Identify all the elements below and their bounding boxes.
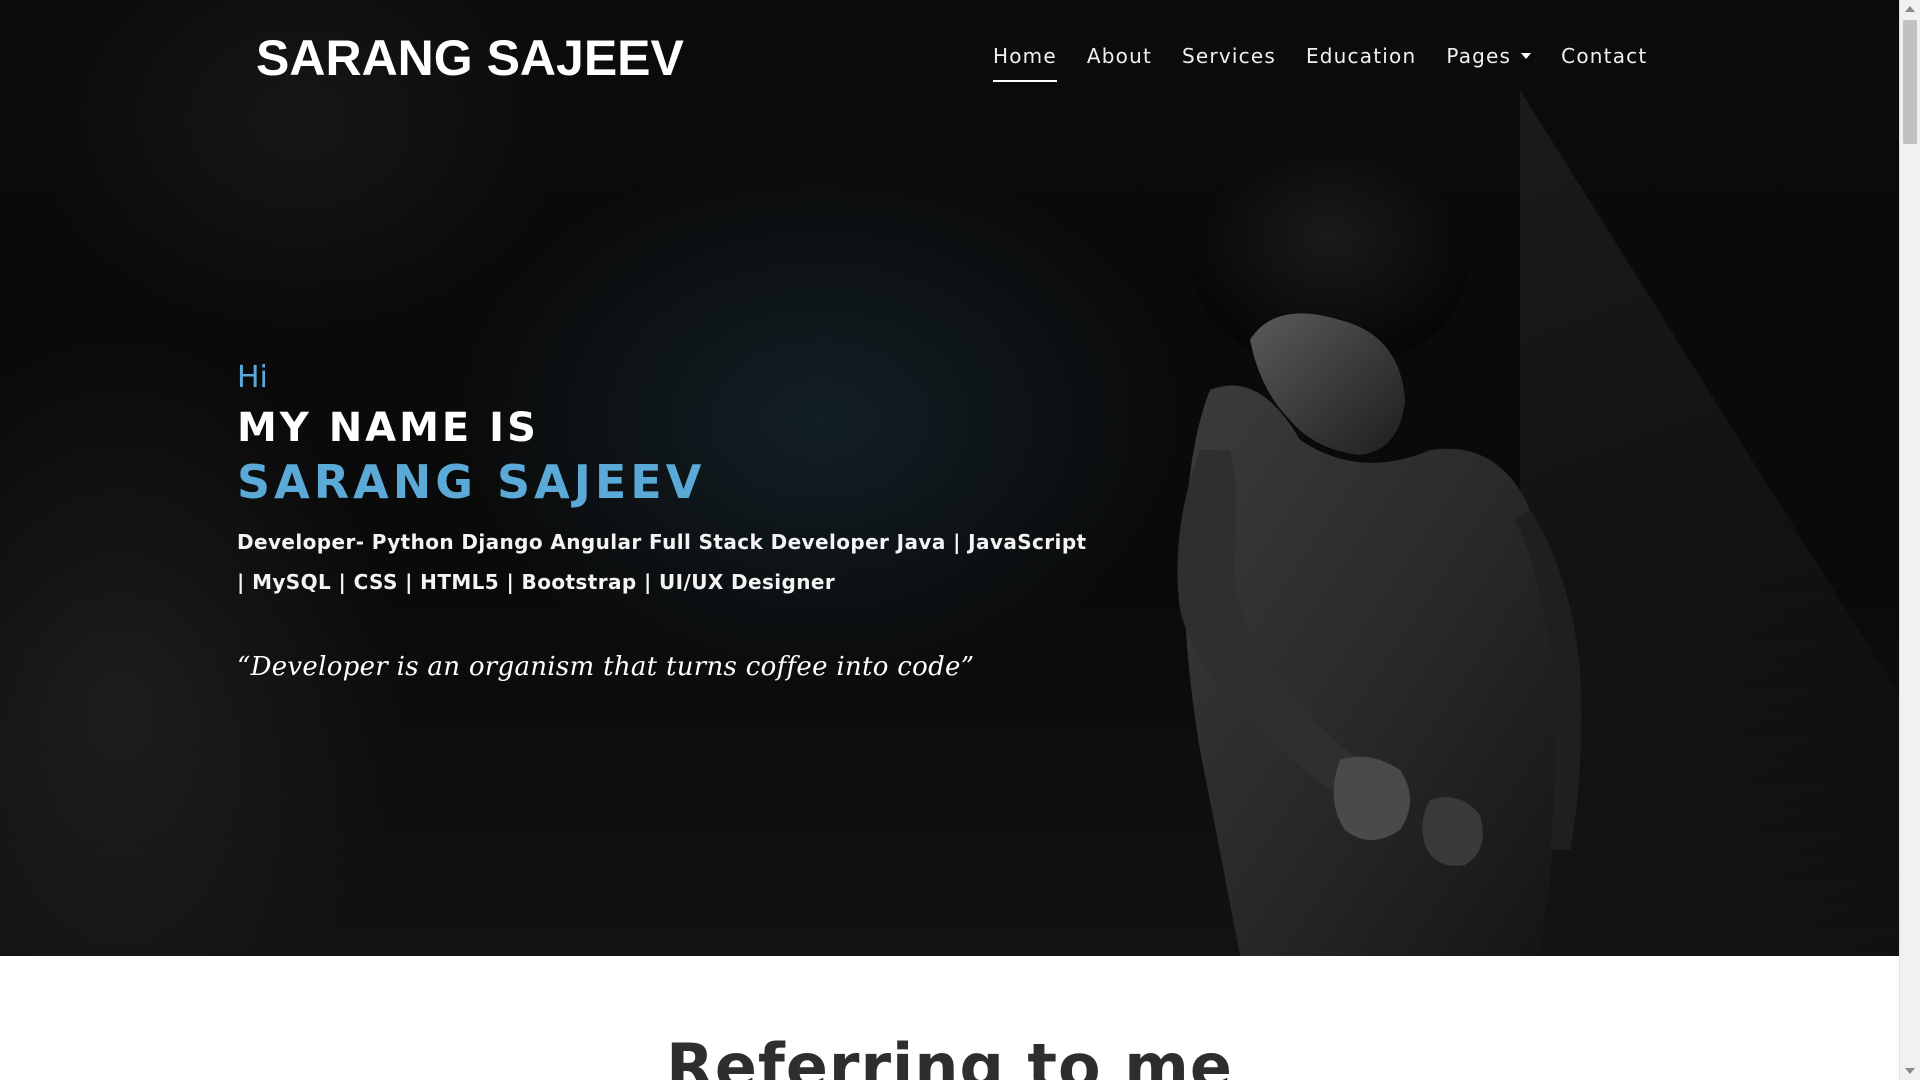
hero-portrait-image — [1177, 150, 1582, 956]
nav-item-label: Home — [993, 44, 1057, 68]
nav-item-label: Pages — [1446, 44, 1512, 68]
main-nav: Home About Services Education Pages Cont… — [993, 44, 1677, 82]
section-heading-referring: Referring to me — [666, 1030, 1233, 1080]
vertical-scrollbar[interactable] — [1899, 0, 1920, 1080]
hero-name: SARANG SAJEEV — [237, 455, 706, 509]
nav-item-services[interactable]: Services — [1182, 44, 1276, 82]
nav-item-about[interactable]: About — [1087, 44, 1152, 82]
nav-item-pages-dropdown[interactable]: Pages — [1446, 44, 1532, 82]
caret-down-icon — [1521, 52, 1532, 59]
nav-item-home[interactable]: Home — [993, 44, 1057, 82]
nav-item-label: About — [1086, 44, 1153, 68]
hero-tagline: Developer- Python Django Angular Full St… — [237, 530, 1087, 594]
hero-greeting: Hi — [237, 360, 268, 395]
hero-quote: “Developer is an organism that turns cof… — [237, 652, 975, 682]
top-navbar: SARANG SAJEEV Home About Services Educat… — [0, 0, 1899, 110]
page: SARANG SAJEEV Home About Services Educat… — [0, 0, 1920, 1080]
nav-item-label: Services — [1182, 44, 1276, 68]
nav-item-label: Contact — [1561, 44, 1648, 68]
scrollbar-thumb[interactable] — [1903, 20, 1917, 144]
hero-intro: Hi MY NAME IS SARANG SAJEEV Developer- P… — [237, 356, 1117, 682]
site-brand-logo[interactable]: SARANG SAJEEV — [256, 28, 684, 88]
nav-item-contact[interactable]: Contact — [1561, 44, 1647, 82]
hero-section: SARANG SAJEEV Home About Services Educat… — [0, 0, 1899, 956]
hero-name-lead: MY NAME IS — [237, 405, 539, 451]
scroll-up-arrow-icon[interactable] — [1905, 6, 1915, 12]
scroll-down-arrow-icon[interactable] — [1905, 1068, 1915, 1074]
nav-item-label: Education — [1305, 44, 1417, 68]
nav-item-education[interactable]: Education — [1306, 44, 1416, 82]
